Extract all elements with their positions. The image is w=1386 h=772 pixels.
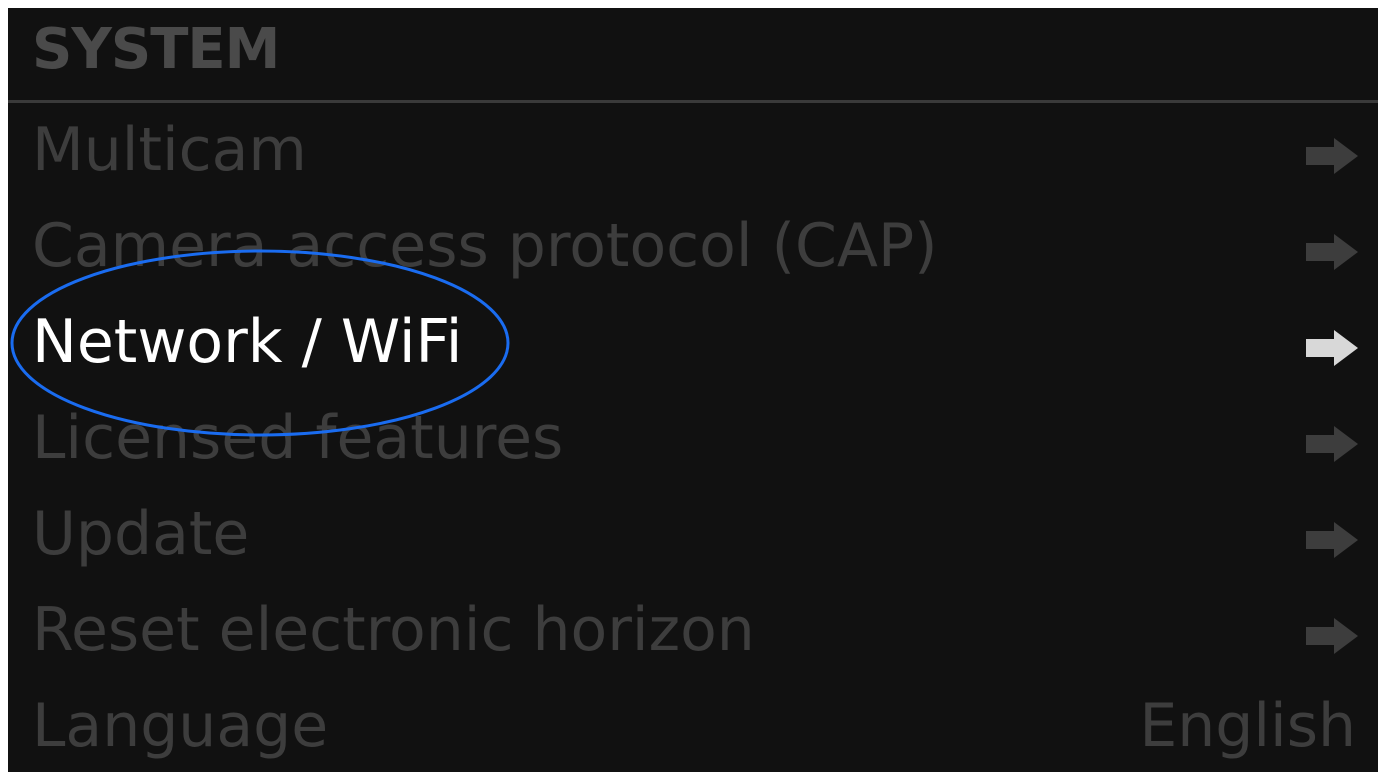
arrow-right-icon [1306, 426, 1358, 462]
menu-item-camera-access-protocol[interactable]: Camera access protocol (CAP) [8, 204, 1378, 300]
system-menu-screen: SYSTEM Multicam Camera access protocol (… [8, 8, 1378, 772]
menu-item-multicam[interactable]: Multicam [8, 108, 1378, 204]
menu-item-language[interactable]: Language English [8, 684, 1378, 772]
header-divider [8, 100, 1378, 103]
arrow-right-icon [1306, 138, 1358, 174]
language-value: English [1139, 691, 1356, 761]
menu-item-licensed-features[interactable]: Licensed features [8, 396, 1378, 492]
arrow-right-icon [1306, 234, 1358, 270]
menu-item-label: Update [32, 499, 250, 569]
menu-item-update[interactable]: Update [8, 492, 1378, 588]
menu-item-label: Multicam [32, 115, 307, 185]
header: SYSTEM [8, 8, 1378, 103]
arrow-right-icon [1306, 522, 1358, 558]
menu-item-label: Reset electronic horizon [32, 595, 755, 665]
arrow-right-icon [1306, 618, 1358, 654]
menu-item-reset-electronic-horizon[interactable]: Reset electronic horizon [8, 588, 1378, 684]
menu-item-label: Licensed features [32, 403, 564, 473]
menu-item-network-wifi[interactable]: Network / WiFi [8, 300, 1378, 396]
arrow-right-icon [1306, 330, 1358, 366]
menu-item-label: Network / WiFi [32, 307, 463, 377]
page-title: SYSTEM [32, 17, 280, 82]
menu-item-label: Language [32, 691, 329, 761]
menu-item-label: Camera access protocol (CAP) [32, 211, 938, 281]
